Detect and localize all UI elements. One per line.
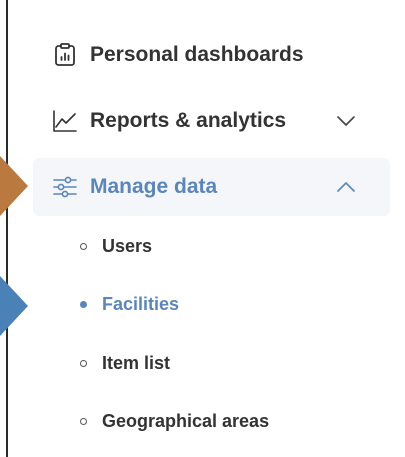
sub-item-label: Users [102, 235, 153, 256]
sub-item-item-list[interactable]: Item list [80, 348, 170, 378]
blue-pointer-arrow-icon [0, 276, 28, 336]
bullet-icon [80, 359, 87, 367]
nav-item-manage-data[interactable]: Manage data [33, 158, 390, 216]
line-chart-icon [53, 109, 77, 133]
orange-pointer-arrow-icon [0, 156, 28, 216]
nav-item-reports-analytics[interactable]: Reports & analytics [33, 92, 390, 150]
sub-item-label: Geographical areas [102, 410, 270, 431]
clipboard-chart-icon [53, 43, 77, 67]
sub-item-geographical-areas[interactable]: Geographical areas [80, 406, 269, 436]
nav-item-label: Reports & analytics [90, 109, 287, 132]
nav-item-label: Manage data [90, 175, 218, 198]
sidebar-frame: Personal dashboards Reports & analytics [0, 0, 405, 457]
sliders-icon [53, 175, 77, 199]
bullet-icon [80, 300, 87, 308]
sub-item-facilities[interactable]: Facilities [80, 289, 179, 319]
chevron-up-icon[interactable] [335, 180, 357, 194]
sub-item-label: Facilities [102, 293, 180, 314]
nav-item-personal-dashboards[interactable]: Personal dashboards [33, 26, 390, 84]
frame-left-border [6, 0, 8, 457]
bullet-icon [80, 417, 87, 425]
sub-item-label: Item list [102, 352, 171, 373]
chevron-down-icon[interactable] [335, 114, 357, 128]
sub-item-users[interactable]: Users [80, 231, 152, 261]
bullet-icon [80, 242, 87, 250]
nav-item-label: Personal dashboards [90, 43, 304, 66]
